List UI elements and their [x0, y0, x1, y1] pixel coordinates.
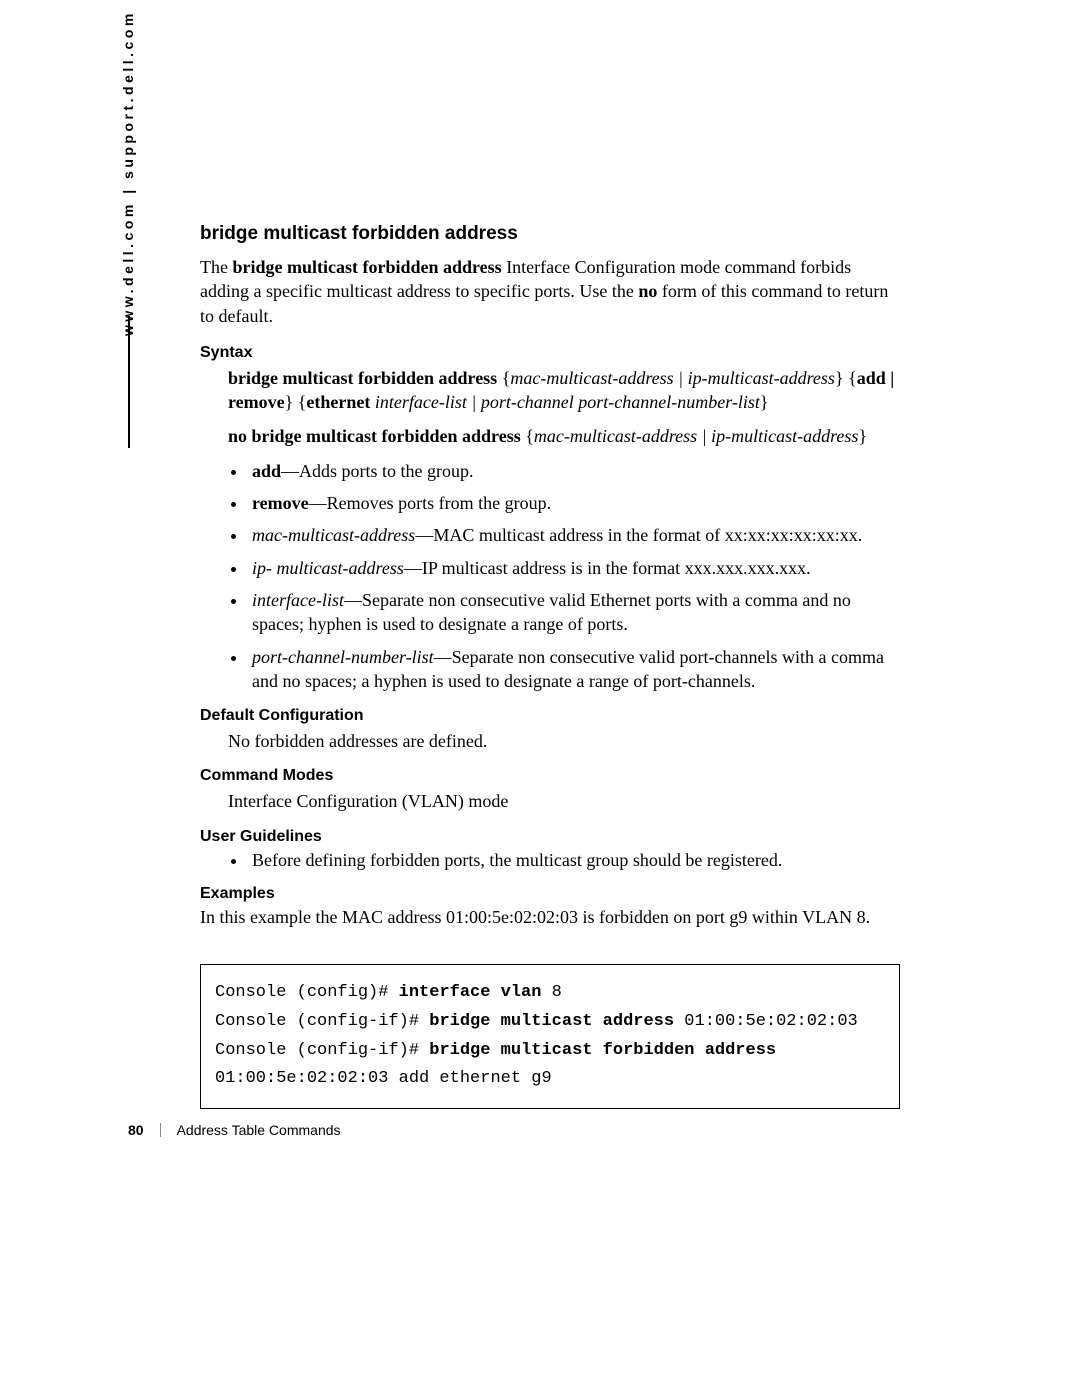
page-footer: 80 Address Table Commands — [128, 1122, 341, 1138]
console-line-1: Console (config)# interface vlan 8 — [215, 979, 885, 1008]
param-desc: —MAC multicast address in the format of … — [415, 525, 862, 545]
syn1b: { — [497, 368, 510, 388]
footer-separator — [160, 1123, 161, 1137]
param-term: port-channel-number-list — [252, 647, 434, 667]
intro-cmd: bridge multicast forbidden address — [232, 257, 501, 277]
examples-heading: Examples — [200, 885, 900, 903]
syntax-line-2: no bridge multicast forbidden address {m… — [228, 424, 900, 448]
param-desc: —IP multicast address is in the format x… — [404, 558, 811, 578]
syn2b: { — [521, 426, 534, 446]
syn1g: ethernet — [306, 392, 370, 412]
side-url-line — [128, 316, 130, 448]
example-description: In this example the MAC address 01:00:5e… — [200, 907, 900, 928]
intro-paragraph: The bridge multicast forbidden address I… — [200, 255, 900, 328]
c4: 01:00:5e:02:02:03 add ethernet g9 — [215, 1069, 552, 1088]
syn1j: } — [760, 392, 769, 412]
page-number: 80 — [128, 1122, 144, 1138]
user-guidelines-heading: User Guidelines — [200, 828, 900, 846]
syn2a: no bridge multicast forbidden address — [228, 426, 521, 446]
syntax-block: bridge multicast forbidden address {mac-… — [228, 366, 900, 449]
command-modes-heading: Command Modes — [200, 767, 900, 785]
c2b: bridge multicast address — [429, 1012, 674, 1031]
param-term: remove — [252, 493, 309, 513]
default-config-text: No forbidden addresses are defined. — [228, 729, 900, 753]
syn1c: mac-multicast-address | ip-multicast-add… — [510, 368, 835, 388]
intro-no: no — [638, 281, 657, 301]
console-line-2: Console (config-if)# bridge multicast ad… — [215, 1008, 885, 1037]
console-line-3: Console (config-if)# bridge multicast fo… — [215, 1037, 885, 1066]
c3b: bridge multicast forbidden address — [429, 1041, 776, 1060]
intro-pre: The — [200, 257, 232, 277]
syn2c: mac-multicast-address | ip-multicast-add… — [534, 426, 859, 446]
syn1f: } { — [285, 392, 307, 412]
param-term: add — [252, 461, 281, 481]
syntax-line-1: bridge multicast forbidden address {mac-… — [228, 366, 900, 415]
syntax-heading: Syntax — [200, 344, 900, 362]
param-term: mac-multicast-address — [252, 525, 415, 545]
c1b: interface vlan — [399, 983, 542, 1002]
guidelines-list: Before defining forbidden ports, the mul… — [248, 850, 900, 871]
default-config-heading: Default Configuration — [200, 707, 900, 725]
console-example: Console (config)# interface vlan 8Consol… — [200, 964, 900, 1110]
param-pclist: port-channel-number-list—Separate non co… — [248, 645, 900, 694]
param-desc: —Removes ports from the group. — [309, 493, 551, 513]
c1c: 8 — [541, 983, 561, 1002]
syn1d: } { — [835, 368, 857, 388]
guideline-item: Before defining forbidden ports, the mul… — [248, 850, 900, 871]
param-iflist: interface-list—Separate non consecutive … — [248, 588, 900, 637]
param-desc: —Adds ports to the group. — [281, 461, 474, 481]
side-url-text: www.dell.com | support.dell.com — [120, 10, 136, 336]
param-mac: mac-multicast-address—MAC multicast addr… — [248, 523, 900, 547]
footer-section: Address Table Commands — [177, 1122, 341, 1138]
console-line-4: 01:00:5e:02:02:03 add ethernet g9 — [215, 1065, 885, 1094]
c2c: 01:00:5e:02:02:03 — [674, 1012, 858, 1031]
c1a: Console (config)# — [215, 983, 399, 1002]
c3a: Console (config-if)# — [215, 1041, 429, 1060]
param-term: ip- multicast-address — [252, 558, 404, 578]
syn2d: } — [858, 426, 867, 446]
param-ip: ip- multicast-address—IP multicast addre… — [248, 556, 900, 580]
c2a: Console (config-if)# — [215, 1012, 429, 1031]
syn1a: bridge multicast forbidden address — [228, 368, 497, 388]
page-content: bridge multicast forbidden address The b… — [200, 223, 900, 1109]
syn1i: interface-list | port-channel port-chann… — [375, 392, 760, 412]
param-term: interface-list — [252, 590, 344, 610]
param-remove: remove—Removes ports from the group. — [248, 491, 900, 515]
command-modes-text: Interface Configuration (VLAN) mode — [228, 789, 900, 813]
param-add: add—Adds ports to the group. — [248, 459, 900, 483]
section-title: bridge multicast forbidden address — [200, 223, 900, 245]
parameter-list: add—Adds ports to the group. remove—Remo… — [248, 459, 900, 693]
